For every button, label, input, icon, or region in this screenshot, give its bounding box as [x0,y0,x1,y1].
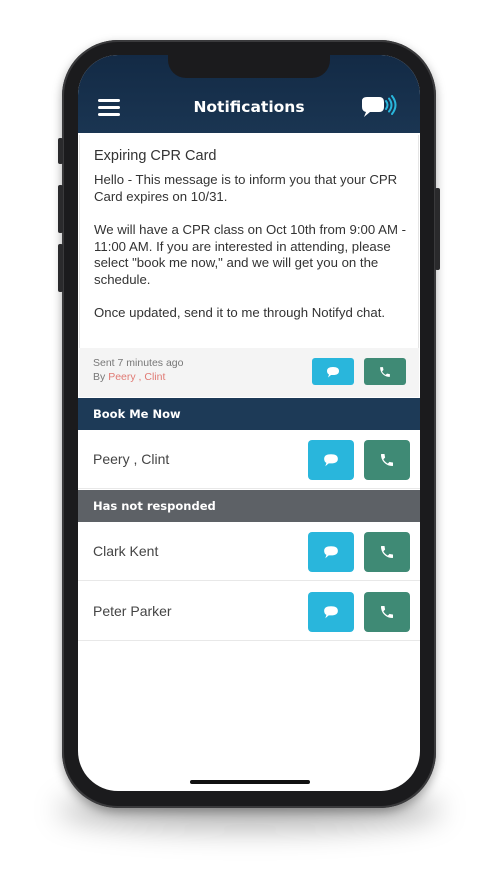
list-item[interactable]: Peery , Clint [78,430,420,489]
person-name: Peery , Clint [93,451,170,467]
message-paragraph-greeting: Hello - This message is to inform you th… [94,172,398,204]
message-paragraph-instructions: Once updated, send it to me through Noti… [94,305,386,320]
section-header-has-not-responded: Has not responded [78,490,420,522]
section-label-book-me-now: Book Me Now [93,407,181,421]
chat-bubble-icon [324,606,338,619]
notification-message-card: Expiring CPR Card Hello - This message i… [79,135,419,397]
message-title: Expiring CPR Card [94,148,217,164]
notifyd-chat-logo-icon[interactable] [359,95,399,121]
call-button[interactable] [364,532,410,572]
sender-line: By Peery , Clint [93,370,183,384]
call-button[interactable] [364,592,410,632]
message-call-button[interactable] [364,358,406,385]
home-indicator[interactable] [190,780,310,784]
list-item[interactable]: Clark Kent [78,522,420,581]
sender-names[interactable]: Peery , Clint [108,371,165,383]
section-label-has-not-responded: Has not responded [93,499,216,513]
message-chat-button[interactable] [312,358,354,385]
chat-button[interactable] [308,532,354,572]
phone-screen: Notifications Expiring CPR Card Hello - … [78,55,420,791]
power-button [435,188,440,270]
section-header-book-me-now: Book Me Now [78,398,420,430]
chat-bubble-icon [324,546,338,559]
phone-icon [381,546,393,558]
volume-up-button [58,185,63,233]
chat-bubble-icon [324,454,338,467]
person-name: Peter Parker [93,603,172,619]
mute-switch [58,138,63,164]
phone-icon [381,606,393,618]
chat-button[interactable] [308,592,354,632]
phone-icon [380,366,390,377]
chat-bubble-icon [327,366,339,377]
sent-time: Sent 7 minutes ago [93,357,184,369]
sender-prefix: By [93,371,106,383]
phone-icon [381,454,393,466]
message-paragraph-class-details: We will have a CPR class on Oct 10th fro… [94,222,406,288]
list-item[interactable]: Peter Parker [78,582,420,641]
call-button[interactable] [364,440,410,480]
volume-down-button [58,244,63,292]
message-meta: Sent 7 minutes ago By Peery , Clint [93,356,183,384]
phone-notch [168,55,330,78]
chat-button[interactable] [308,440,354,480]
message-body: Expiring CPR Card Hello - This message i… [79,135,419,348]
person-name: Clark Kent [93,543,159,559]
